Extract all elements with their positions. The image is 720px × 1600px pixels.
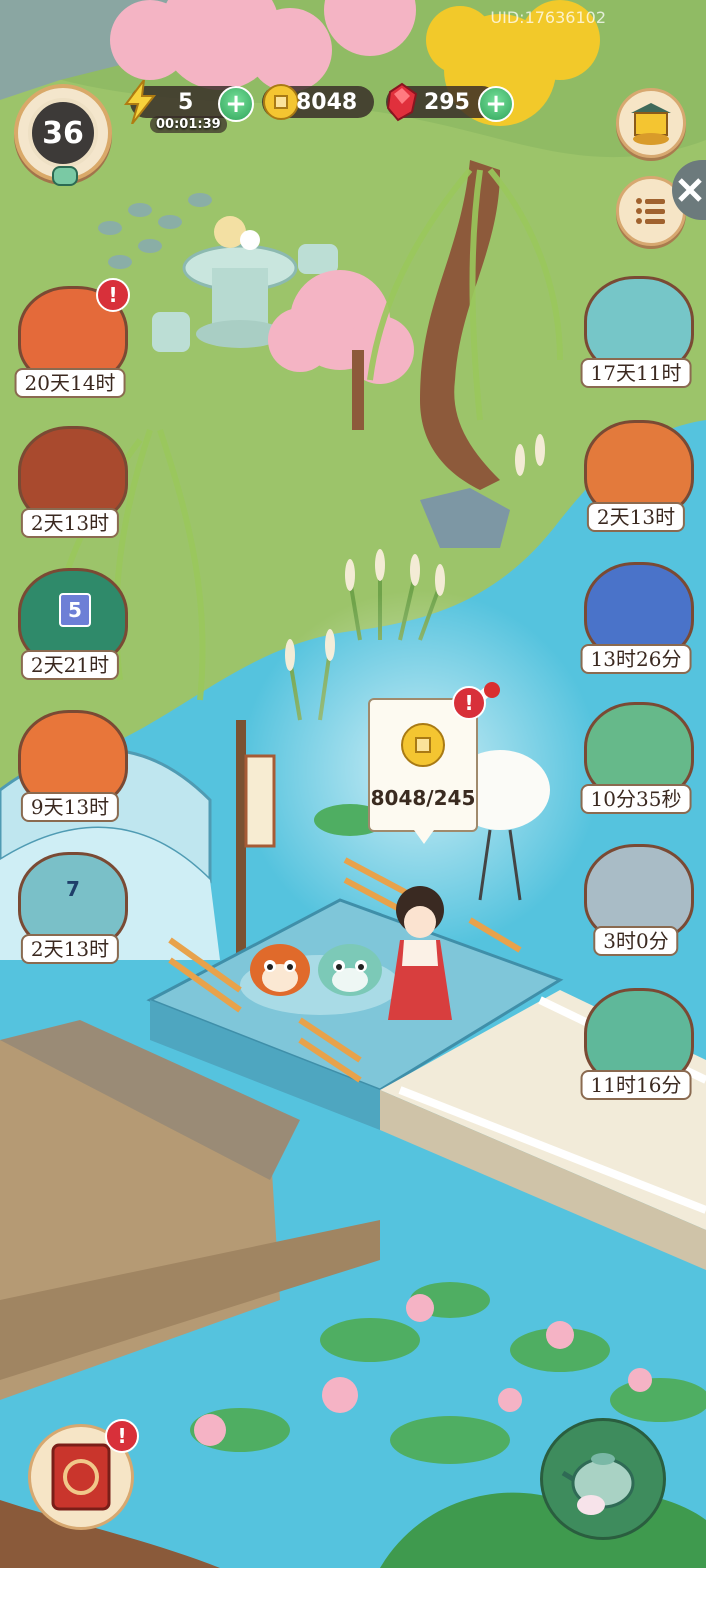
journal-icon [51, 1443, 111, 1511]
event-timer: 2天21时 [20, 650, 120, 680]
bubble-tail [414, 830, 434, 844]
coin-collect-amount: 8048/245 [370, 786, 476, 810]
journal-button[interactable]: ! [28, 1419, 139, 1530]
event-timer: 2天13时 [20, 508, 120, 538]
event-timer: 9天13时 [20, 792, 120, 822]
event-crystal-bowl[interactable]: 3时0分 [576, 838, 696, 958]
event-tea-set[interactable]: 2天13时 [10, 420, 130, 540]
event-lucky-fan[interactable]: 13时26分 [576, 556, 696, 676]
menu-icon [636, 198, 665, 224]
shop-icon [631, 103, 671, 145]
teapot-button[interactable] [540, 1418, 666, 1540]
energy-value: 5 [178, 89, 194, 115]
alert-badge: ! [96, 278, 130, 312]
plus-icon: + [485, 89, 507, 119]
game-scene[interactable]: UID:17636102 36 5 + 00:01:39 8048 295 + [0, 0, 706, 1568]
event-fan-cat[interactable]: 2天13时 [576, 414, 696, 534]
close-icon [678, 178, 702, 202]
player-uid: UID:17636102 [490, 8, 606, 27]
event-fruit-cart[interactable]: 10分35秒 [576, 696, 696, 816]
coin-counter: 8048 [262, 84, 374, 120]
gem-value: 295 [424, 89, 470, 115]
event-timer: 3时0分 [593, 926, 679, 956]
energy-timer: 00:01:39 [150, 116, 227, 133]
level-number: 36 [28, 98, 98, 168]
event-gate-gold[interactable]: 5 2天21时 [10, 562, 130, 682]
side-close-tab[interactable] [672, 160, 706, 220]
teapot-icon [561, 1453, 635, 1515]
event-timer: 20天14时 [14, 368, 126, 398]
event-timer: 10分35秒 [580, 784, 692, 814]
plus-icon: + [225, 89, 247, 119]
add-gems-button[interactable]: + [478, 86, 514, 122]
coin-value: 8048 [296, 89, 358, 115]
event-phoenix[interactable]: 9天13时 [10, 704, 130, 824]
level-leaf-icon [52, 166, 78, 186]
event-gift-box[interactable]: 11时16分 [576, 982, 696, 1102]
player-character-group[interactable] [240, 870, 480, 1040]
event-timer: 11时16分 [580, 1070, 692, 1100]
event-timer: 2天13时 [586, 502, 686, 532]
coin-collect-bubble[interactable]: 8048/245 ! [368, 686, 486, 844]
event-cat-bath[interactable]: 17天11时 [576, 270, 696, 390]
alert-badge: ! [452, 686, 486, 720]
event-timer: 2天13时 [20, 934, 120, 964]
coin-icon [401, 723, 445, 767]
event-lotus[interactable]: 7 2天13时 [10, 846, 130, 966]
event-timer: 17天11时 [580, 358, 692, 388]
event-level-badge: 5 [59, 593, 91, 627]
alert-badge: ! [105, 1419, 139, 1453]
gem-icon [386, 82, 418, 122]
event-timer: 13时26分 [580, 644, 692, 674]
shop-button[interactable] [616, 88, 686, 158]
event-level-badge: 7 [66, 877, 80, 901]
coin-icon [263, 84, 299, 120]
player-level-badge[interactable]: 36 [14, 84, 112, 186]
event-autumn-letter[interactable]: 20天14时 ! [10, 278, 130, 400]
